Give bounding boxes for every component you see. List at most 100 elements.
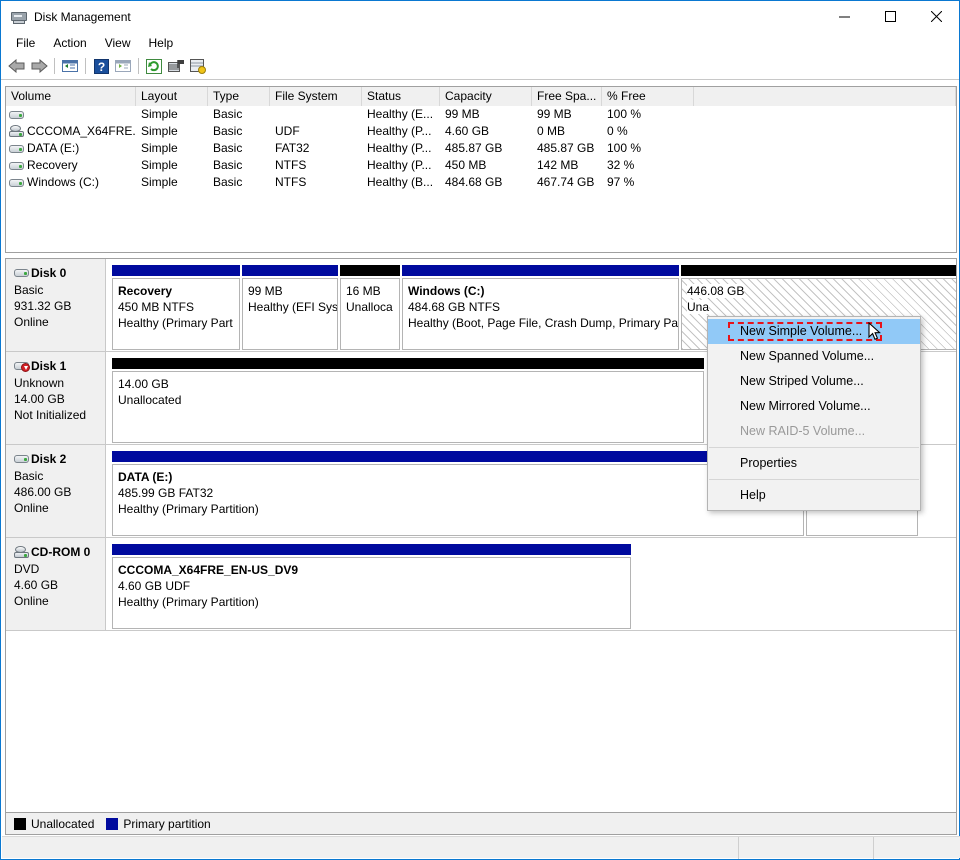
disk-state: Online <box>14 593 105 609</box>
table-row[interactable]: SimpleBasicHealthy (E...99 MB99 MB100 % <box>6 106 956 123</box>
cell-layout: Simple <box>136 174 208 191</box>
disk-row-cd-rom-0[interactable]: CD-ROM 0DVD4.60 GBOnlineCCCOMA_X64FRE_EN… <box>6 538 956 631</box>
partition-color-bar <box>340 265 400 276</box>
partition-size: 484.68 GB NTFS <box>408 299 678 315</box>
cell-free: 142 MB <box>532 157 602 174</box>
menu-item-label: New RAID-5 Volume... <box>740 424 865 438</box>
window-controls <box>821 1 959 32</box>
column-header-status[interactable]: Status <box>362 87 440 106</box>
disk-management-icon <box>11 9 27 25</box>
partition-title: DATA (E:) <box>118 470 172 484</box>
close-button[interactable] <box>913 1 959 32</box>
menu-item-label: New Mirrored Volume... <box>740 399 871 413</box>
menu-item-new-mirrored-volume[interactable]: New Mirrored Volume... <box>708 394 920 419</box>
status-segment-3 <box>874 837 959 859</box>
table-row[interactable]: Windows (C:)SimpleBasicNTFSHealthy (B...… <box>6 174 956 191</box>
column-header-type[interactable]: Type <box>208 87 270 106</box>
volume-list[interactable]: VolumeLayoutTypeFile SystemStatusCapacit… <box>5 86 957 253</box>
column-header-volume[interactable]: Volume <box>6 87 136 106</box>
menu-item-properties[interactable]: Properties <box>708 451 920 476</box>
partition-details: 14.00 GBUnallocated <box>112 371 704 443</box>
menu-item-new-spanned-volume[interactable]: New Spanned Volume... <box>708 344 920 369</box>
partition-block[interactable]: Recovery450 MB NTFSHealthy (Primary Part <box>112 265 240 351</box>
partition-block[interactable]: CCCOMA_X64FRE_EN-US_DV94.60 GB UDFHealth… <box>112 544 631 630</box>
menu-view[interactable]: View <box>96 34 140 52</box>
drive-icon <box>9 160 24 172</box>
menu-item-help[interactable]: Help <box>708 483 920 508</box>
disk-icon <box>14 267 29 279</box>
cell-capacity: 485.87 GB <box>440 140 532 157</box>
partition-size-label: 14.00 GB <box>118 377 169 391</box>
partition-size-label: 484.68 GB NTFS <box>408 300 500 314</box>
partition-status: Una <box>687 299 957 315</box>
partition-status-label: Healthy (Primary Partition) <box>118 595 259 609</box>
properties-icon[interactable] <box>165 55 187 77</box>
show-hide-console-tree-icon[interactable] <box>112 55 134 77</box>
volume-label: Windows (C:) <box>27 174 99 191</box>
refresh-icon[interactable] <box>143 55 165 77</box>
column-header-file-system[interactable]: File System <box>270 87 362 106</box>
partition-block[interactable]: 14.00 GBUnallocated <box>112 358 704 444</box>
partition-status: Healthy (EFI Sys <box>248 299 337 315</box>
toolbar: ? <box>1 53 959 80</box>
partition-status-label: Unalloca <box>346 300 393 314</box>
status-segment-2 <box>739 837 874 859</box>
menu-action[interactable]: Action <box>44 34 95 52</box>
partition-block[interactable]: 99 MBHealthy (EFI Sys <box>242 265 338 351</box>
disk-name-label: Disk 0 <box>31 265 66 281</box>
partition-status: Healthy (Primary Part <box>118 315 239 331</box>
minimize-button[interactable] <box>821 1 867 32</box>
cell-percent_free: 100 % <box>602 106 694 123</box>
cell-status: Healthy (E... <box>362 106 440 123</box>
partition-details: DATA (E:)485.99 GB FAT32Healthy (Primary… <box>112 464 804 536</box>
disk-type: DVD <box>14 561 105 577</box>
maximize-button[interactable] <box>867 1 913 32</box>
cell-status: Healthy (P... <box>362 123 440 140</box>
partition-status: Unallocated <box>118 392 703 408</box>
context-menu[interactable]: New Simple Volume... New Spanned Volume..… <box>707 316 921 511</box>
partition-size: 99 MB <box>248 283 337 299</box>
cell-volume: Recovery <box>6 157 136 174</box>
table-row[interactable]: RecoverySimpleBasicNTFSHealthy (P...450 … <box>6 157 956 174</box>
menu-item-label: New Spanned Volume... <box>740 349 874 363</box>
up-one-level-icon[interactable] <box>59 55 81 77</box>
cell-percent_free: 100 % <box>602 140 694 157</box>
menu-item-new-simple-volume[interactable]: New Simple Volume... <box>708 319 920 344</box>
disk-name-label: Disk 2 <box>31 451 66 467</box>
help-icon[interactable]: ? <box>90 55 112 77</box>
menu-file[interactable]: File <box>7 34 44 52</box>
disk-name: Disk 1 <box>14 358 105 374</box>
partition-status-label: Healthy (EFI Sys <box>248 300 338 314</box>
column-header-capacity[interactable]: Capacity <box>440 87 532 106</box>
cell-filesystem: NTFS <box>270 157 362 174</box>
title-bar: Disk Management <box>1 1 959 32</box>
disk-info-panel[interactable]: CD-ROM 0DVD4.60 GBOnline <box>6 538 106 631</box>
create-vhd-icon[interactable] <box>187 55 209 77</box>
cell-layout: Simple <box>136 140 208 157</box>
disk-type: Basic <box>14 468 105 484</box>
disk-info-panel[interactable]: Disk 0Basic931.32 GBOnline <box>6 259 106 352</box>
disk-state: Online <box>14 314 105 330</box>
back-icon[interactable] <box>6 55 28 77</box>
disk-info-panel[interactable]: Disk 2Basic486.00 GBOnline <box>6 445 106 538</box>
disk-info-panel[interactable]: Disk 1Unknown14.00 GBNot Initialized <box>6 352 106 445</box>
column-header-layout[interactable]: Layout <box>136 87 208 106</box>
partition-details: 16 MBUnalloca <box>340 278 400 350</box>
toolbar-separator <box>138 58 139 74</box>
menu-help[interactable]: Help <box>140 34 183 52</box>
menu-item-new-striped-volume[interactable]: New Striped Volume... <box>708 369 920 394</box>
forward-icon[interactable] <box>28 55 50 77</box>
column-header-free-spa[interactable]: Free Spa... <box>532 87 602 106</box>
cell-free: 99 MB <box>532 106 602 123</box>
partition-block[interactable]: 16 MBUnalloca <box>340 265 400 351</box>
legend-swatch <box>14 818 26 830</box>
disk-name: Disk 2 <box>14 451 105 467</box>
partition-block[interactable]: Windows (C:)484.68 GB NTFSHealthy (Boot,… <box>402 265 679 351</box>
column-header--free[interactable]: % Free <box>602 87 694 106</box>
partition-status-label: Healthy (Primary Partition) <box>118 502 259 516</box>
partition-block[interactable]: DATA (E:)485.99 GB FAT32Healthy (Primary… <box>112 451 804 537</box>
cell-filesystem <box>270 106 362 123</box>
partition-details: CCCOMA_X64FRE_EN-US_DV94.60 GB UDFHealth… <box>112 557 631 629</box>
table-row[interactable]: CCCOMA_X64FRE...SimpleBasicUDFHealthy (P… <box>6 123 956 140</box>
table-row[interactable]: DATA (E:)SimpleBasicFAT32Healthy (P...48… <box>6 140 956 157</box>
